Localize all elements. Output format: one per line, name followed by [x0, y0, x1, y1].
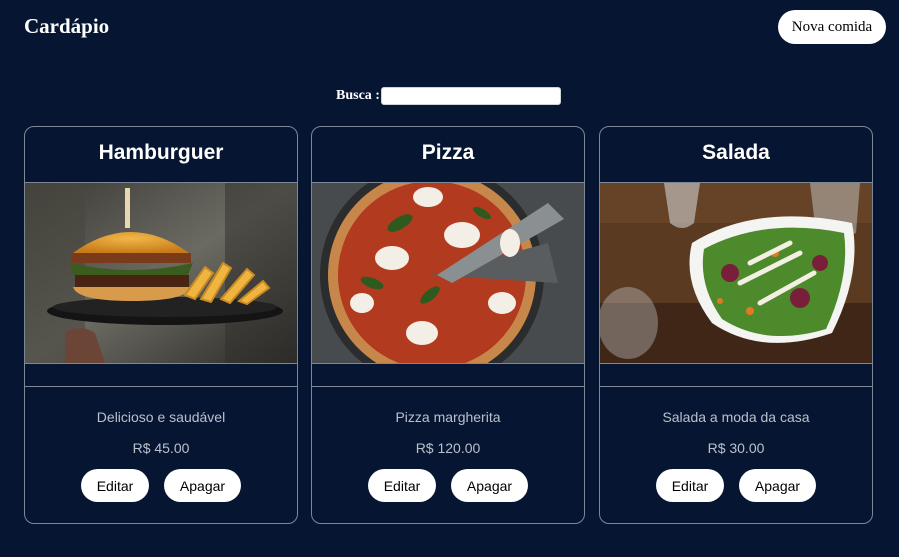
card-actions: Editar Apagar — [600, 469, 872, 502]
card-actions: Editar Apagar — [25, 469, 297, 502]
food-card: Pizza Pizza margherita R$ 120.00 Editar … — [311, 126, 585, 524]
burger-photo-icon — [25, 183, 297, 363]
card-actions: Editar Apagar — [312, 469, 584, 502]
food-card: Salada Salada a moda da casa R$ 30.00 Ed… — [599, 126, 873, 524]
new-food-button[interactable]: Nova comida — [778, 10, 886, 44]
card-price: R$ 30.00 — [707, 440, 765, 456]
page-title: Cardápio — [24, 14, 110, 38]
pizza-photo-icon — [312, 183, 584, 363]
card-description: Salada a moda da casa — [662, 409, 810, 425]
edit-button[interactable]: Editar — [81, 469, 149, 502]
card-divider — [600, 386, 872, 387]
pizza-image — [312, 182, 584, 364]
delete-button[interactable]: Apagar — [451, 469, 528, 502]
search-label: Busca : — [336, 88, 380, 103]
card-title: Salada — [702, 141, 770, 164]
burger-image — [25, 182, 297, 364]
card-divider — [312, 386, 584, 387]
app-root: Cardápio Nova comida Busca : Hamburguer — [0, 0, 899, 557]
card-price: R$ 120.00 — [415, 440, 481, 456]
card-price: R$ 45.00 — [132, 440, 190, 456]
delete-button[interactable]: Apagar — [739, 469, 816, 502]
card-description: Delicioso e saudável — [96, 409, 226, 425]
edit-button[interactable]: Editar — [656, 469, 724, 502]
edit-button[interactable]: Editar — [368, 469, 436, 502]
card-divider — [25, 386, 297, 387]
salad-image — [600, 182, 872, 364]
card-description: Pizza margherita — [395, 409, 501, 425]
food-card: Hamburguer Delicioso e saudável R$ 45.00… — [24, 126, 298, 524]
delete-button[interactable]: Apagar — [164, 469, 241, 502]
search-input[interactable] — [380, 87, 561, 105]
card-title: Hamburguer — [98, 141, 224, 164]
card-title: Pizza — [421, 141, 475, 164]
salad-photo-icon — [600, 183, 872, 363]
search-bar: Busca : — [336, 87, 561, 105]
